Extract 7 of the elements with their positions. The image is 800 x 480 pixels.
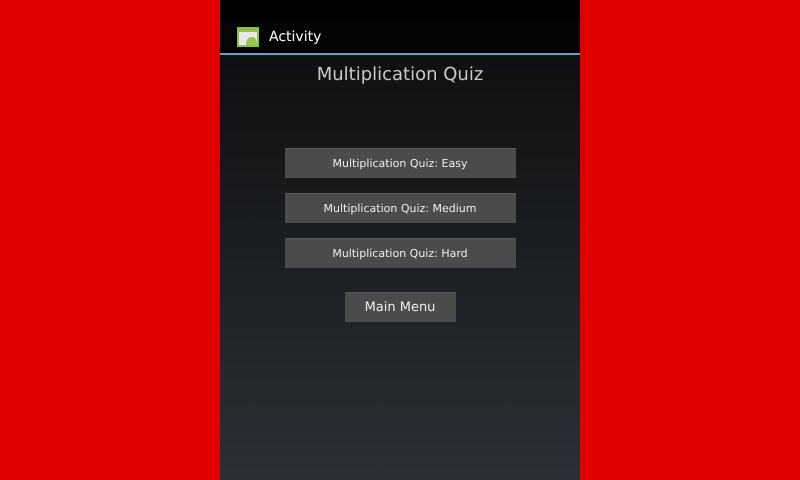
main-menu-button[interactable]: Main Menu — [344, 292, 456, 322]
quiz-button[interactable]: Multiplication Quiz: Medium — [284, 193, 516, 223]
quiz-button[interactable]: Multiplication Quiz: Easy — [284, 148, 516, 178]
quiz-button[interactable]: Multiplication Quiz: Hard — [284, 238, 516, 268]
app-icon — [237, 26, 259, 46]
screen-heading: Multiplication Quiz — [316, 64, 484, 85]
activity-title: Activity — [269, 28, 322, 44]
